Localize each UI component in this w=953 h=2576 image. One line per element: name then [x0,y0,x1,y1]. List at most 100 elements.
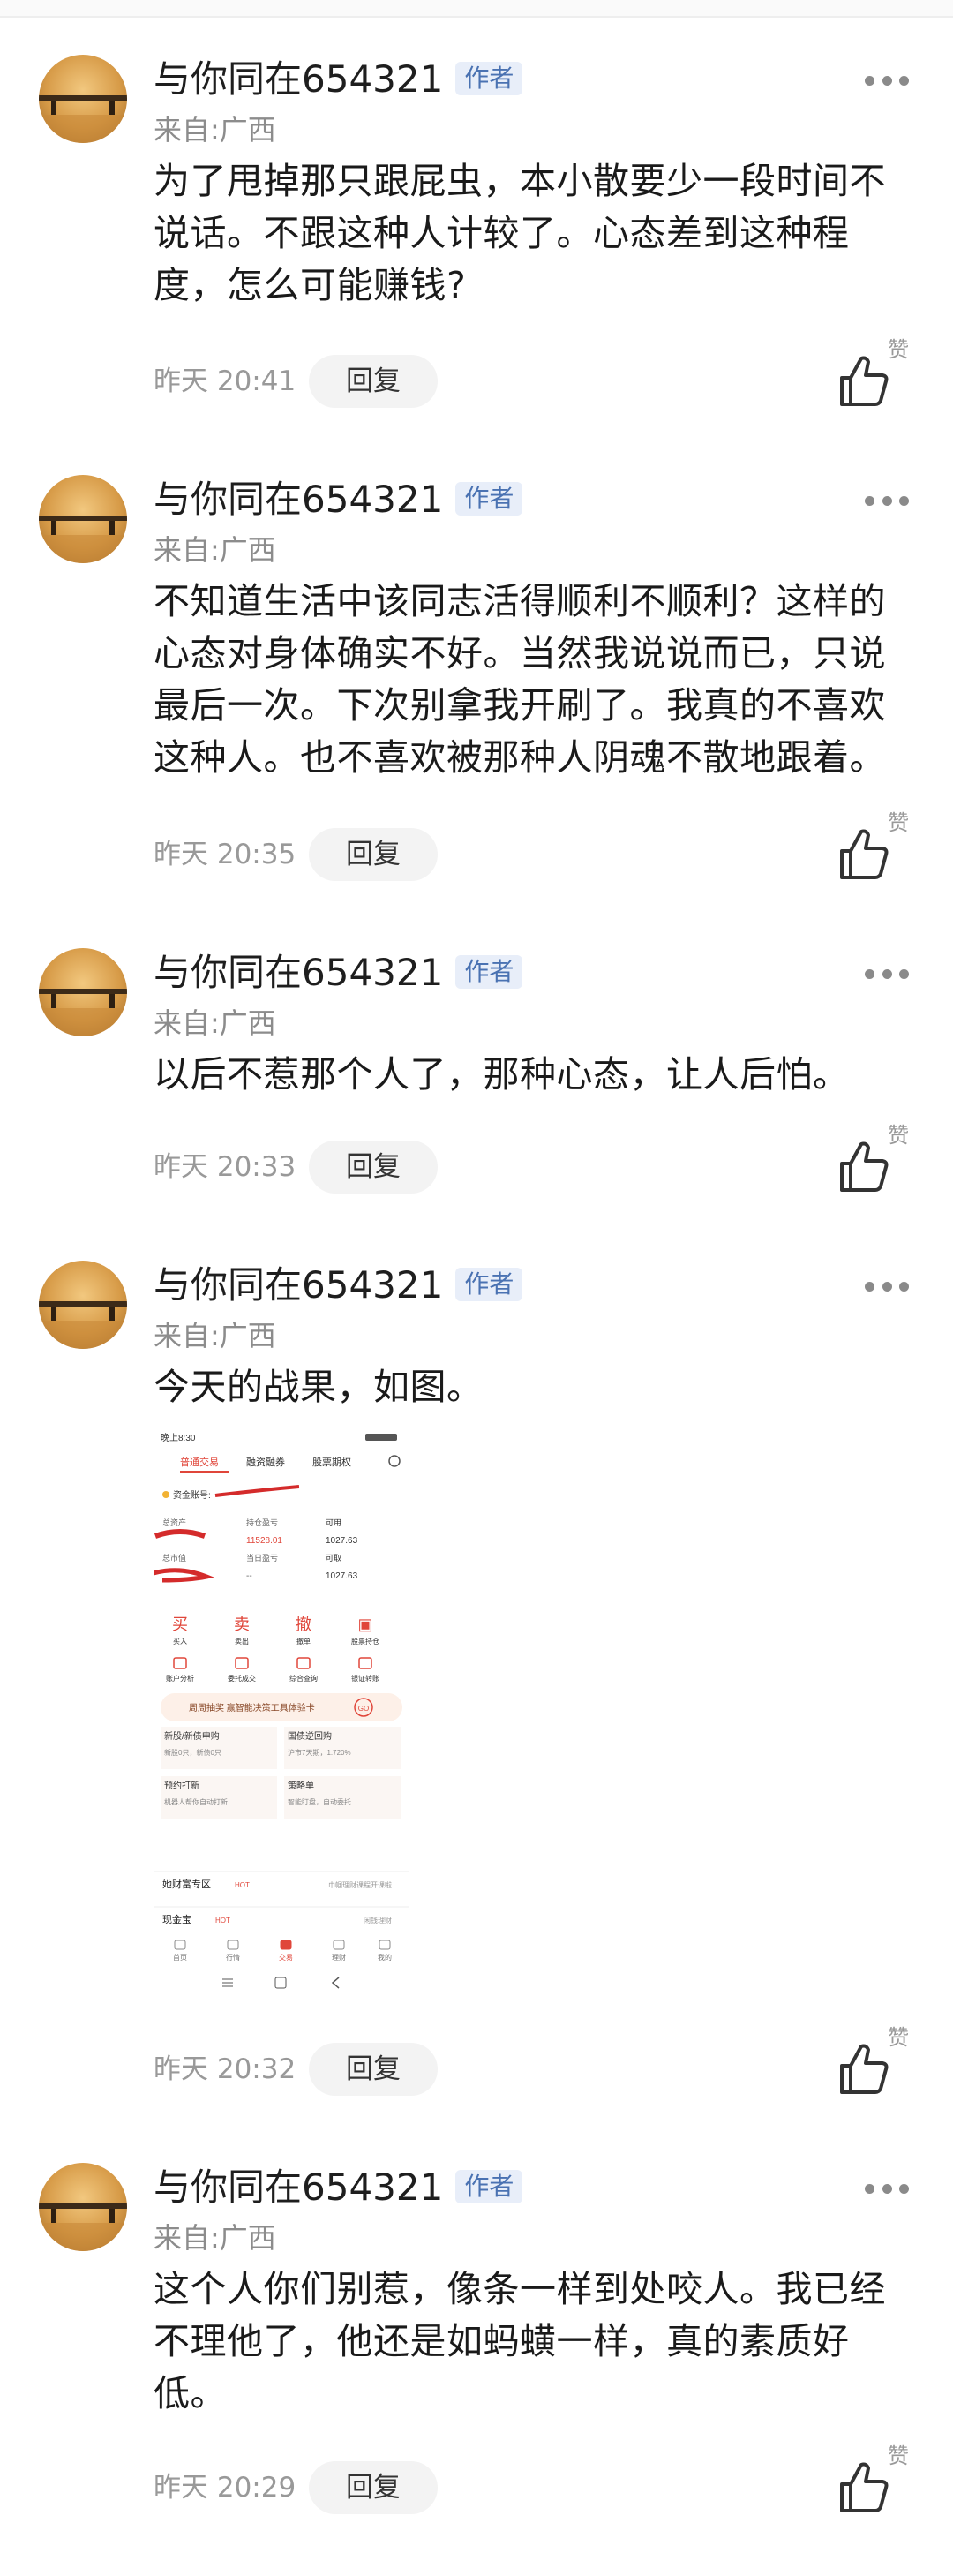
shot-card-sub: 新股0只，新债0只 [164,1748,221,1757]
shot-action: ▣ [357,1616,372,1633]
like-label: 赞 [888,2025,909,2050]
comment-time: 昨天 20:32 [154,2053,296,2085]
shot-card-title: 策略单 [288,1780,314,1791]
location-label: 来自:广西 [154,1006,276,1040]
shot-cell: 可用 [326,1518,341,1527]
author-badge: 作者 [455,62,523,95]
shot-cell: 1027.63 [326,1571,358,1581]
top-divider [0,0,953,18]
shot-action: 买 [172,1616,188,1633]
shot-list-tag: HOT [215,1917,230,1924]
username[interactable]: 与你同在654321 作者 [154,2163,523,2212]
shot-action-label: 撤单 [296,1637,311,1646]
shot-list-right: 闲钱理财 [364,1916,392,1924]
author-badge: 作者 [455,2170,523,2203]
like-icon[interactable] [835,2039,893,2098]
shot-cell: 当日盈亏 [246,1553,278,1563]
location-label: 来自:广西 [154,1319,276,1352]
shot-action-label: 买入 [173,1638,187,1646]
reply-button[interactable]: 回复 [309,355,438,408]
shot-cell: 可取 [326,1554,341,1563]
reply-button[interactable]: 回复 [309,2043,438,2096]
like-icon[interactable] [835,2458,893,2516]
reply-button[interactable]: 回复 [309,1141,438,1194]
location-label: 来自:广西 [154,113,276,147]
shot-card-sub: 智能盯盘，自动委托 [288,1797,351,1806]
comment-text: 不知道生活中该同志活得顺利不顺利？这样的心态对身体确实不好。当然我说说而已，只说… [154,580,886,779]
comment-item: 与你同在654321 作者 来自:广西 以后不惹那个人了，那种心态，让人后怕。 昨… [0,948,953,1229]
location-label: 来自:广西 [154,2221,276,2255]
shot-nav: 理财 [332,1953,346,1962]
shot-action-label: 股票持仓 [351,1637,379,1646]
shot-card-sub: 沪市7天期，1.720% [288,1748,351,1757]
shot-card-title: 预约打新 [164,1780,199,1791]
shot-list-title: 现金宝 [162,1913,191,1925]
username[interactable]: 与你同在654321 作者 [154,475,523,524]
shot-cell: 总市值 [162,1553,186,1563]
shot-action: 撤 [296,1616,311,1633]
reply-button[interactable]: 回复 [309,2461,438,2514]
reply-button[interactable]: 回复 [309,828,438,881]
username[interactable]: 与你同在654321 作者 [154,948,523,998]
shot-action2: 综合查询 [289,1674,318,1683]
shot-list-title: 她财富专区 [162,1878,211,1890]
shot-card-title: 国债逆回购 [288,1730,332,1742]
shot-cell: -- [246,1571,252,1581]
avatar[interactable] [39,1261,127,1349]
more-options-icon[interactable] [865,968,909,980]
shot-action2: 委托成交 [228,1674,256,1683]
like-label: 赞 [888,1123,909,1148]
comment-text: 以后不惹那个人了，那种心态，让人后怕。 [154,1053,850,1096]
shot-account: 资金账号: [173,1489,211,1501]
username[interactable]: 与你同在654321 作者 [154,1261,523,1310]
attached-image[interactable]: 晚上8:30 普通交易 融资融券 股票期权资金账号: 总资产 持仓盈亏 可用 11528.01… [154,1428,409,2002]
shot-card-title: 新股/新债申购 [164,1730,220,1742]
comment-item: 与你同在654321 作者 来自:广西 为了甩掉那只跟屁虫，本小散要少一段时间不说… [0,55,953,443]
shot-nav: 我的 [378,1953,392,1962]
shot-tab: 融资融券 [246,1456,285,1468]
shot-cell: 11528.01 [246,1536,282,1546]
shot-tab: 股票期权 [312,1457,351,1468]
username[interactable]: 与你同在654321 作者 [154,55,523,104]
shot-banner: 周周抽奖 赢智能决策工具体验卡 [189,1702,315,1714]
comment-time: 昨天 20:29 [154,2472,296,2504]
author-badge: 作者 [455,955,523,989]
shot-nav: 行情 [226,1953,240,1962]
shot-cell: 持仓盈亏 [246,1518,278,1527]
more-options-icon[interactable] [865,1280,909,1292]
shot-nav: 首页 [173,1953,187,1962]
comment-item: 与你同在654321 作者 来自:广西 这个人你们别惹，像条一样到处咬人。我已经不… [0,2163,953,2550]
shot-cell: 总资产 [162,1518,186,1527]
shot-nav: 交易 [279,1953,293,1962]
comment-text: 今天的战果，如图。 [154,1366,484,1408]
username-text[interactable]: 与你同在654321 [154,2165,443,2209]
comment-item: 与你同在654321 作者 来自:广西 今天的战果，如图。 昨天 20:32 回复… [0,1261,953,2131]
username-text[interactable]: 与你同在654321 [154,1263,443,1307]
like-icon[interactable] [835,351,893,410]
more-options-icon[interactable] [865,494,909,507]
username-text[interactable]: 与你同在654321 [154,478,443,521]
username-text[interactable]: 与你同在654321 [154,57,443,101]
comment-item: 与你同在654321 作者 来自:广西 不知道生活中该同志活得顺利不顺利？这样的心… [0,475,953,916]
shot-status-time: 晚上8:30 [161,1433,196,1443]
username-text[interactable]: 与你同在654321 [154,951,443,994]
avatar[interactable] [39,475,127,563]
shot-card-sub: 机器人帮你自动打新 [164,1797,228,1806]
avatar[interactable] [39,55,127,143]
shot-list-right: 巾帼理财课程开课啦 [328,1880,392,1889]
avatar[interactable] [39,948,127,1036]
like-label: 赞 [888,2444,909,2468]
location-label: 来自:广西 [154,533,276,567]
like-icon[interactable] [835,825,893,883]
shot-banner-go: GO [358,1705,369,1713]
shot-action: 卖 [234,1616,250,1633]
comment-time: 昨天 20:33 [154,1151,296,1183]
shot-action2: 账户分析 [166,1674,194,1683]
like-icon[interactable] [835,1137,893,1195]
shot-list-tag: HOT [235,1881,250,1889]
shot-tab: 普通交易 [180,1456,219,1468]
avatar[interactable] [39,2163,127,2251]
author-badge: 作者 [455,1268,523,1301]
more-options-icon[interactable] [865,2182,909,2195]
more-options-icon[interactable] [865,74,909,87]
